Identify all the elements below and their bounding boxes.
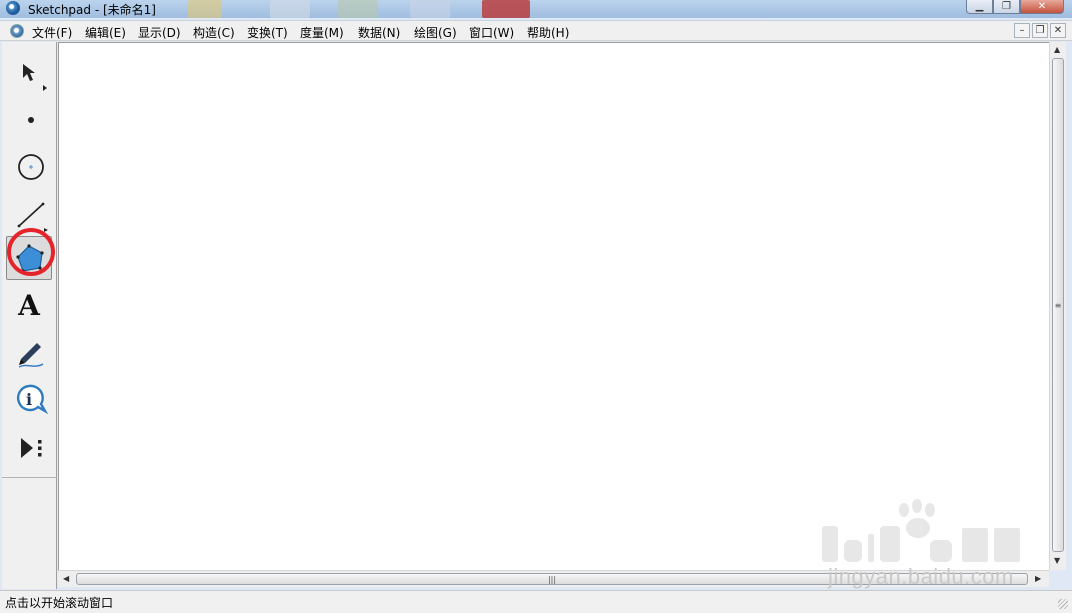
- scroll-up-icon[interactable]: ▲: [1054, 45, 1060, 54]
- status-bar: 点击以开始滚动窗口: [0, 590, 1072, 613]
- marker-tool[interactable]: [6, 329, 52, 373]
- doc-minimize-button[interactable]: –: [1014, 23, 1030, 38]
- close-icon: ✕: [1053, 25, 1063, 36]
- scroll-down-icon[interactable]: ▼: [1054, 556, 1060, 565]
- status-text: 点击以开始滚动窗口: [5, 596, 114, 610]
- scroll-right-icon[interactable]: ▶: [1035, 574, 1041, 583]
- sketch-canvas[interactable]: [58, 42, 1049, 570]
- window-controls: ▁ ❐ ✕: [966, 0, 1064, 14]
- menu-number[interactable]: 数据(N): [358, 24, 400, 41]
- custom-tools[interactable]: [6, 424, 52, 468]
- menu-construct[interactable]: 构造(C): [193, 24, 235, 41]
- baidu-watermark-logo: [822, 499, 1020, 562]
- marker-icon: [18, 343, 44, 368]
- background-artifact: [410, 0, 450, 18]
- highlight-circle: [7, 228, 55, 276]
- minimize-button[interactable]: ▁: [966, 0, 993, 14]
- menu-edit[interactable]: 编辑(E): [85, 24, 126, 41]
- vertical-scrollbar[interactable]: ▲ ≡ ▼: [1049, 42, 1066, 570]
- toolbox-divider: [2, 477, 57, 478]
- document-window-controls: – ❐ ✕: [1014, 23, 1066, 38]
- app-icon: [6, 1, 20, 15]
- minimize-icon: ▁: [975, 1, 984, 12]
- scroll-left-icon[interactable]: ◀: [63, 574, 69, 583]
- background-artifact: [338, 0, 378, 18]
- compass-circle-icon: [18, 154, 44, 180]
- menu-transform[interactable]: 变换(T): [247, 24, 288, 41]
- selection-arrow-tool[interactable]: [6, 50, 52, 94]
- maximize-button[interactable]: ❐: [993, 0, 1020, 14]
- doc-close-button[interactable]: ✕: [1050, 23, 1066, 38]
- menu-display[interactable]: 显示(D): [138, 24, 181, 41]
- document-icon[interactable]: [10, 24, 24, 38]
- menu-help[interactable]: 帮助(H): [527, 24, 569, 41]
- doc-restore-button[interactable]: ❐: [1032, 23, 1048, 38]
- resize-grip-icon[interactable]: [1058, 599, 1068, 609]
- toolbox: A i: [2, 42, 57, 589]
- compass-tool[interactable]: [6, 143, 52, 187]
- menu-window[interactable]: 窗口(W): [469, 24, 514, 41]
- restore-icon: ❐: [1002, 1, 1011, 12]
- background-artifact: [270, 0, 310, 18]
- background-artifact: [188, 0, 222, 18]
- close-icon: ✕: [1037, 1, 1047, 12]
- text-tool[interactable]: A: [6, 283, 52, 327]
- custom-tools-icon: [21, 438, 42, 458]
- text-icon: A: [18, 288, 40, 322]
- background-artifact: [482, 0, 530, 18]
- watermark-url: jingyan.baidu.com: [828, 564, 1014, 589]
- information-icon: i: [16, 384, 49, 415]
- menu-file[interactable]: 文件(F): [32, 24, 72, 41]
- information-tool[interactable]: i: [6, 376, 52, 420]
- menu-graph[interactable]: 绘图(G): [414, 24, 457, 41]
- arrow-select-icon: [23, 64, 47, 91]
- minimize-icon: –: [1019, 25, 1025, 36]
- point-icon: [28, 117, 34, 123]
- window-title: Sketchpad - [未命名1]: [28, 3, 156, 17]
- close-button[interactable]: ✕: [1020, 0, 1064, 14]
- restore-icon: ❐: [1035, 25, 1045, 36]
- menu-measure[interactable]: 度量(M): [300, 24, 344, 41]
- vertical-scroll-thumb[interactable]: ≡: [1052, 58, 1064, 552]
- svg-text:i: i: [26, 390, 32, 409]
- point-tool[interactable]: [6, 96, 52, 140]
- title-bar: Sketchpad - [未命名1] ▁ ❐ ✕: [0, 0, 1072, 18]
- straightedge-icon: [17, 202, 48, 232]
- menu-bar: 文件(F) 编辑(E) 显示(D) 构造(C) 变换(T) 度量(M) 数据(N…: [0, 20, 1072, 41]
